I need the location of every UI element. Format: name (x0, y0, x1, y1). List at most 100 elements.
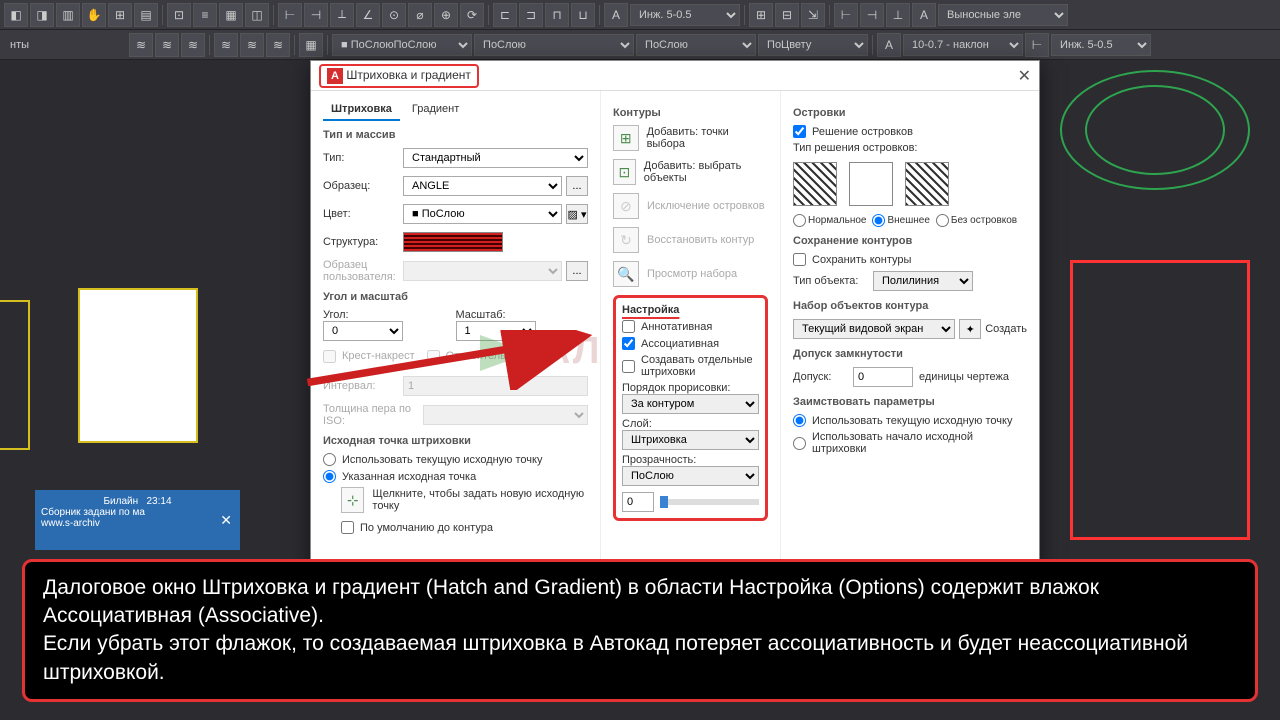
type-select[interactable]: Стандартный (403, 148, 588, 168)
annotative-check[interactable]: Аннотативная (622, 320, 759, 333)
pattern-browse-button[interactable]: ... (566, 176, 588, 196)
dim-icon[interactable]: ∠ (356, 3, 380, 27)
island-normal-icon[interactable] (793, 162, 837, 206)
island-type-label: Тип решения островков: (793, 142, 1027, 154)
inherit-source-radio[interactable]: Использовать начало исходной штриховки (793, 431, 1027, 455)
view-selections-button: 🔍 Просмотр набора (613, 261, 768, 287)
separate-hatch-check[interactable]: Создавать отдельные штриховки (622, 354, 759, 378)
angle-select[interactable]: 0 (323, 321, 403, 341)
dim-icon[interactable]: ⊔ (571, 3, 595, 27)
dim-icon[interactable]: ⌀ (408, 3, 432, 27)
add-select-objects-button[interactable]: ⊡ Добавить: выбрать объекты (613, 159, 768, 185)
origin-current-radio[interactable]: Использовать текущую исходную точку (323, 453, 588, 466)
plotcolor-select[interactable]: ПоЦвету (758, 34, 868, 56)
scale-select[interactable]: 1 (456, 321, 536, 341)
bgcolor-button[interactable]: ▨ ▾ (566, 204, 588, 224)
struct-label: Структура: (323, 236, 403, 248)
drawing-yellow-arc (0, 300, 30, 450)
new-boundary-icon-button[interactable]: ✦ (959, 319, 981, 339)
pan-icon[interactable]: ✋ (82, 3, 106, 27)
hatch-layer-select[interactable]: Штриховка (622, 430, 759, 450)
tab-gradient[interactable]: Градиент (404, 99, 467, 121)
transparency-value[interactable] (622, 492, 654, 512)
remove-label: Исключение островков (647, 200, 765, 212)
hatch-icon[interactable]: ≋ (266, 33, 290, 57)
hatch-color-select[interactable]: ■ ПоСлою (403, 204, 562, 224)
hatch-icon[interactable]: ≋ (181, 33, 205, 57)
dim-icon[interactable]: ⊣ (304, 3, 328, 27)
lineweight-select[interactable]: ПоСлою (636, 34, 756, 56)
associative-check[interactable]: Ассоциативная (622, 337, 759, 350)
hatch-icon[interactable]: ≋ (155, 33, 179, 57)
text-style-select[interactable]: Инж. 5-0.5 (630, 4, 740, 26)
toolbar-top: ◧ ◨ ▥ ✋ ⊞ ▤ ⊡ ≡ ▦ ◫ ⊢ ⊣ ⟂ ∠ ⊙ ⌀ ⊕ ⟳ ⊏ ⊐ … (0, 0, 1280, 30)
hatch-icon[interactable]: ≋ (240, 33, 264, 57)
origin-default-check[interactable]: По умолчанию до контура (341, 521, 588, 534)
layer-icon[interactable]: ▦ (299, 33, 323, 57)
transparency-slider[interactable] (660, 499, 759, 505)
tool-icon[interactable]: ⊞ (108, 3, 132, 27)
dim-icon[interactable]: A (912, 3, 936, 27)
tool-icon[interactable]: ◧ (4, 3, 28, 27)
dim-icon[interactable]: ⟂ (330, 3, 354, 27)
phone-url: www.s-archiv (41, 518, 234, 529)
group-retain: Сохранение контуров (793, 235, 1027, 247)
transparency-label: Прозрачность: (622, 454, 759, 466)
dim-icon[interactable]: ⊢ (1025, 33, 1049, 57)
dimstyle2-select[interactable]: Инж. 5-0.5 (1051, 34, 1151, 56)
retain-boundaries-check[interactable]: Сохранить контуры (793, 253, 1027, 266)
island-outer-radio[interactable]: Внешнее (872, 214, 929, 227)
dim-icon[interactable]: ⊢ (278, 3, 302, 27)
tool-icon[interactable]: ▥ (56, 3, 80, 27)
color-select[interactable]: ■ ПоСлоюПоСлою (332, 34, 472, 56)
add-pick-points-button[interactable]: ⊞ Добавить: точки выбора (613, 125, 768, 151)
dim-icon[interactable]: ⊟ (775, 3, 799, 27)
recreate-label: Восстановить контур (647, 234, 754, 246)
dim-style-select[interactable]: Выносные эле (938, 4, 1068, 26)
transparency-select[interactable]: ПоСлою (622, 466, 759, 486)
dim-icon[interactable]: ⊕ (434, 3, 458, 27)
tab-end-label: нты (4, 39, 35, 51)
close-icon[interactable]: ✕ (1018, 66, 1031, 86)
recreate-icon: ↻ (613, 227, 639, 253)
dim-icon[interactable]: ⇲ (801, 3, 825, 27)
phone-close-icon[interactable]: ✕ (220, 512, 232, 529)
island-ignore-radio[interactable]: Без островков (936, 214, 1017, 227)
dim-icon[interactable]: ⊐ (519, 3, 543, 27)
island-detection-check[interactable]: Решение островков (793, 125, 1027, 138)
hatch-icon[interactable]: ≋ (214, 33, 238, 57)
tool-icon[interactable]: ⊡ (167, 3, 191, 27)
tool-icon[interactable]: ≡ (193, 3, 217, 27)
dim-icon[interactable]: ⊏ (493, 3, 517, 27)
gap-input[interactable] (853, 367, 913, 387)
group-origin: Исходная точка штриховки (323, 435, 588, 447)
textstyle2-select[interactable]: 10-0.7 - наклон (903, 34, 1023, 56)
dim-icon[interactable]: ⊥ (886, 3, 910, 27)
pattern-preview[interactable] (403, 232, 503, 252)
island-outer-icon[interactable] (849, 162, 893, 206)
dim-icon[interactable]: ⊙ (382, 3, 406, 27)
linetype-select[interactable]: ПоСлою (474, 34, 634, 56)
hatch-icon[interactable]: ≋ (129, 33, 153, 57)
dim-icon[interactable]: ⊢ (834, 3, 858, 27)
island-ignore-icon[interactable] (905, 162, 949, 206)
inherit-current-radio[interactable]: Использовать текущую исходную точку (793, 414, 1027, 427)
boundary-set-select[interactable]: Текущий видовой экран (793, 319, 955, 339)
dim-icon[interactable]: ⟳ (460, 3, 484, 27)
origin-specified-radio[interactable]: Указанная исходная точка (323, 470, 588, 483)
dim-icon[interactable]: A (604, 3, 628, 27)
tool-icon[interactable]: ◨ (30, 3, 54, 27)
autocad-logo-icon: A (327, 68, 343, 84)
dim-icon[interactable]: ⊞ (749, 3, 773, 27)
pattern-select[interactable]: ANGLE (403, 176, 562, 196)
tab-hatch[interactable]: Штриховка (323, 99, 400, 121)
tool-icon[interactable]: ◫ (245, 3, 269, 27)
origin-pick-button[interactable]: ⊹ Щелкните, чтобы задать новую исходную … (341, 487, 588, 513)
island-normal-radio[interactable]: Нормальное (793, 214, 866, 227)
dim-icon[interactable]: ⊓ (545, 3, 569, 27)
tool-icon[interactable]: ▦ (219, 3, 243, 27)
tool-icon[interactable]: ▤ (134, 3, 158, 27)
draw-order-select[interactable]: За контуром (622, 394, 759, 414)
text-icon[interactable]: A (877, 33, 901, 57)
dim-icon[interactable]: ⊣ (860, 3, 884, 27)
